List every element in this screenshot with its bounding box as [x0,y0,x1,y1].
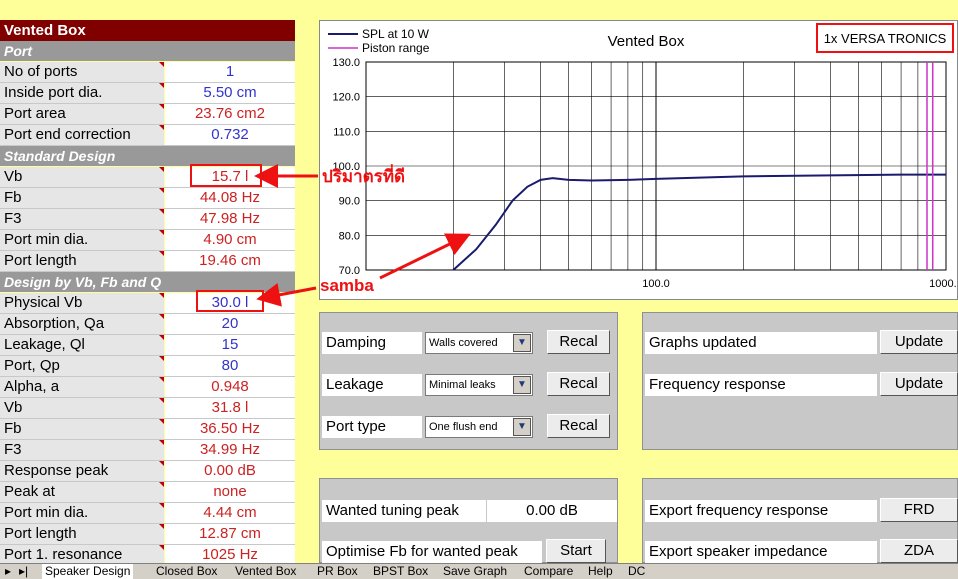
sheet-tab[interactable]: BPST Box [370,564,431,579]
last-sheet-icon[interactable]: ▸| [16,564,31,579]
sheet-tab[interactable]: Closed Box [153,564,220,579]
thai-annotation: ปริมาตรที่ดี [322,167,406,186]
sheet-tab[interactable]: Save Graph [440,564,510,579]
samba-annotation: samba [320,276,374,295]
sheet-tab[interactable]: Vented Box [232,564,299,579]
first-sheet-icon[interactable]: ▸ [2,564,14,579]
physical-vb-arrow [256,282,317,307]
sheet-tab[interactable]: Help [585,564,616,579]
sheet-tab[interactable]: Speaker Design [42,564,134,579]
sheet-tab[interactable]: Compare [521,564,576,579]
sheet-tab-bar: ▸ ▸| Speaker Design Closed Box Vented Box P… [0,563,958,579]
sheet-tab[interactable]: DC [625,564,648,579]
annotation-arrows [254,164,471,307]
curve-arrow [379,233,471,280]
sheet-tab[interactable]: PR Box [314,564,361,579]
